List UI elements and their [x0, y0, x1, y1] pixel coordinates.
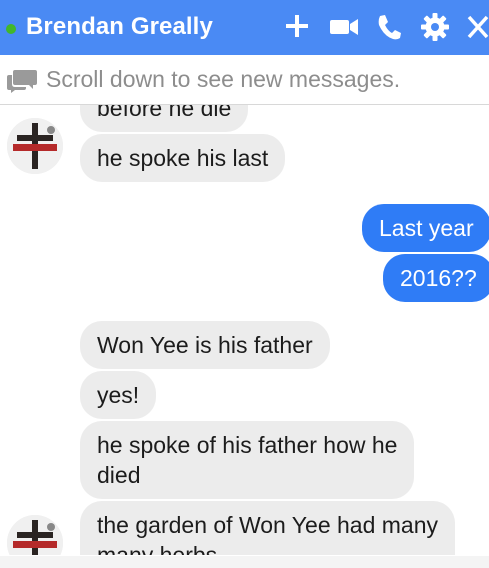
message-bubble-received[interactable]: yes!	[80, 371, 157, 419]
message-line: the garden of Won Yee had many	[97, 512, 439, 538]
message-thread[interactable]: before he die he spoke his last Last yea…	[0, 105, 489, 555]
message-line: many herbs	[97, 542, 218, 555]
scroll-notice-text: Scroll down to see new messages.	[46, 66, 401, 92]
contact-avatar[interactable]	[7, 118, 63, 174]
contact-avatar[interactable]	[7, 515, 63, 555]
message-bubble-received[interactable]: he spoke his last	[80, 134, 286, 182]
message-bubble-received[interactable]: the garden of Won Yee had many many herb…	[80, 501, 456, 555]
close-icon[interactable]	[466, 12, 489, 42]
contact-name[interactable]: Brendan Greally	[26, 13, 213, 41]
message-line: he spoke of his father how he	[97, 432, 398, 458]
add-icon[interactable]	[284, 12, 310, 42]
message-bubble-received[interactable]: before he die	[80, 105, 249, 132]
message-bubble-sent[interactable]: Last year	[362, 204, 489, 252]
online-status-dot	[6, 24, 16, 34]
chat-bubbles-icon	[6, 68, 38, 99]
phone-call-icon[interactable]	[375, 12, 403, 42]
message-line: died	[97, 462, 141, 488]
composer-edge	[0, 556, 489, 568]
message-bubble-sent[interactable]: 2016??	[383, 254, 489, 302]
chat-header: Brendan Greally	[0, 0, 489, 55]
message-bubble-received[interactable]: he spoke of his father how he died	[80, 421, 415, 499]
new-messages-notice[interactable]: Scroll down to see new messages.	[0, 55, 489, 105]
video-call-icon[interactable]	[329, 12, 359, 42]
settings-icon[interactable]	[420, 12, 450, 42]
message-bubble-received[interactable]: Won Yee is his father	[80, 321, 330, 369]
